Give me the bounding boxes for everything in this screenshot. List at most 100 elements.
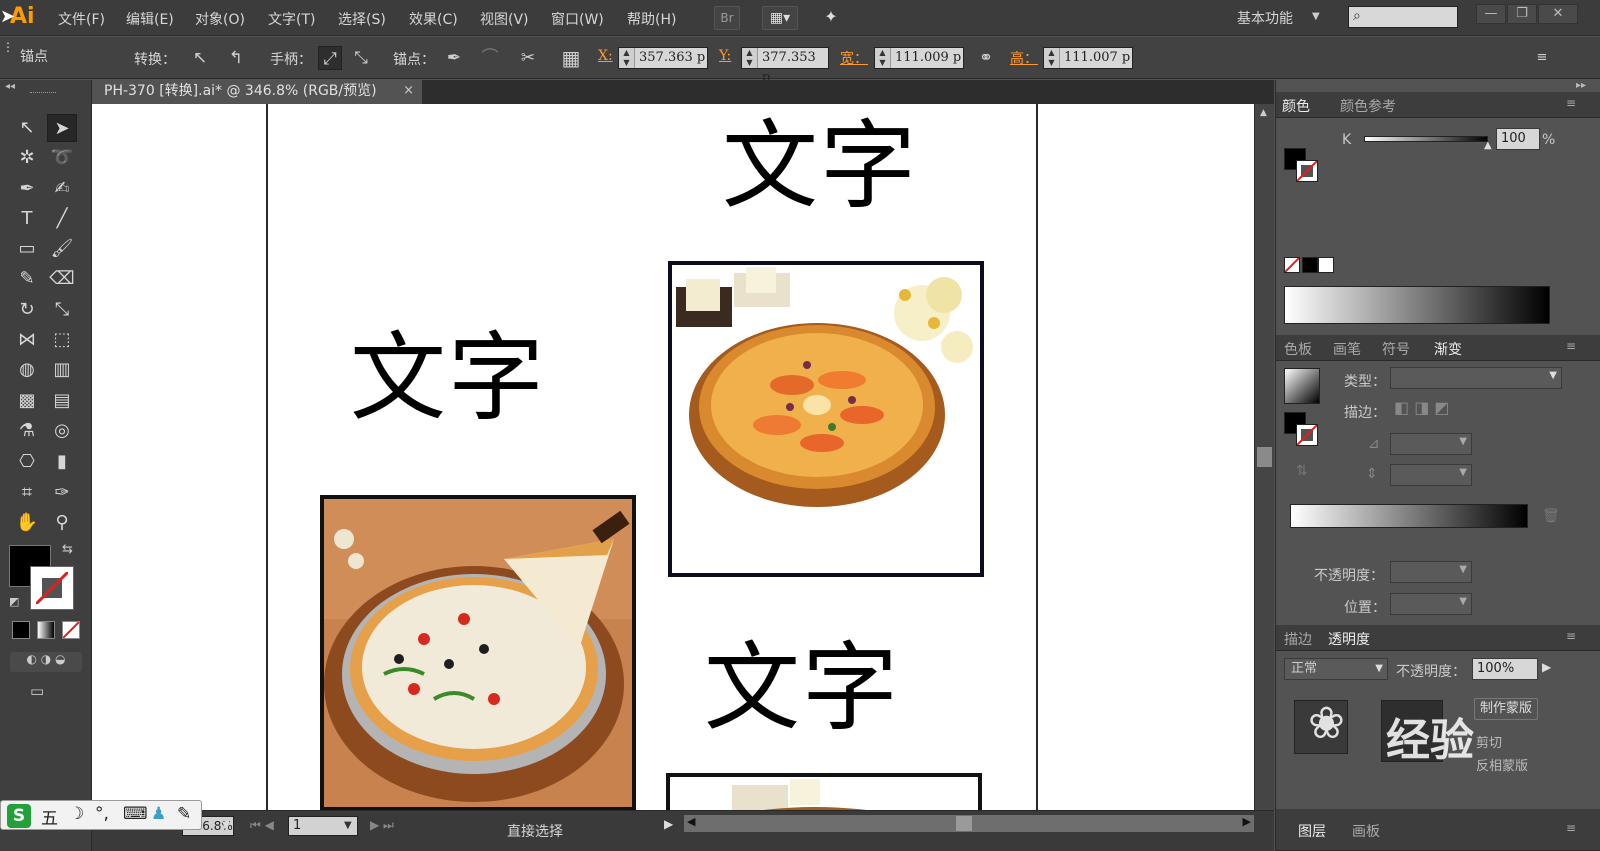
punctuation-icon[interactable]: °, — [95, 804, 109, 824]
link-proportions-icon[interactable]: ⚭ — [974, 46, 998, 70]
search-input[interactable]: ⌕ — [1348, 6, 1458, 28]
vertical-scrollbar[interactable]: ▲ — [1254, 104, 1274, 810]
artboard-tool-icon[interactable]: ⌗ — [12, 479, 42, 507]
type-tool-icon[interactable]: T — [12, 205, 42, 233]
swap-colors-icon[interactable]: ⇆ — [62, 542, 73, 557]
perspective-grid-tool-icon[interactable]: ▥ — [47, 356, 77, 384]
canvas-text-top[interactable]: 文字 — [722, 118, 918, 214]
canvas[interactable]: 文字 文字 文字 — [92, 104, 1254, 810]
panel-menu-icon[interactable]: ≡ — [1566, 629, 1576, 643]
first-page-icon[interactable]: ⏮ ◀ — [250, 818, 274, 833]
hand-tool-icon[interactable]: ✋ — [12, 509, 42, 537]
default-colors-icon[interactable]: ◩ — [9, 595, 19, 608]
panel-menu-icon[interactable]: ≡ — [1530, 46, 1554, 70]
menu-help[interactable]: 帮助(H) — [627, 9, 676, 29]
paintbrush-tool-icon[interactable]: 🖌 — [47, 235, 77, 263]
gradient-slider-bar[interactable] — [1290, 504, 1528, 528]
k-value-field[interactable]: 100 — [1496, 128, 1540, 150]
stroke-swatch[interactable] — [30, 566, 74, 610]
blend-mode-select[interactable]: 正常 ▼ — [1284, 658, 1388, 680]
keyboard-icon[interactable]: ⌨ — [123, 804, 148, 824]
pen-tool-icon[interactable]: ✒ — [12, 175, 42, 203]
align-grid-icon[interactable]: ▦ — [559, 46, 583, 70]
color-mode-icon[interactable] — [12, 621, 30, 639]
white-swatch[interactable] — [1318, 257, 1334, 273]
status-menu-icon[interactable]: ▶ — [664, 817, 673, 831]
screen-mode-icon[interactable]: ▭ — [30, 682, 56, 702]
gradient-mode-icon[interactable] — [37, 621, 55, 639]
minimize-button[interactable]: — — [1476, 4, 1506, 24]
line-tool-icon[interactable]: ╱ — [47, 205, 77, 233]
gradient-aspect-field[interactable]: ▼ — [1390, 464, 1472, 486]
free-transform-tool-icon[interactable]: ⬚ — [47, 326, 77, 354]
height-field[interactable]: ▲ ▼ 111.007 p — [1043, 47, 1133, 69]
black-swatch[interactable] — [1302, 257, 1318, 273]
color-spectrum-bar[interactable] — [1284, 286, 1550, 324]
collapse-icon[interactable]: ◂◂ — [5, 81, 15, 92]
x-stepper-icon[interactable]: ▲ ▼ — [619, 48, 635, 68]
mesh-tool-icon[interactable]: ▩ — [12, 387, 42, 415]
rotate-tool-icon[interactable]: ↻ — [12, 296, 42, 324]
gradient-position-field[interactable]: ▼ — [1390, 593, 1472, 615]
tab-swatches[interactable]: 色板 — [1284, 339, 1312, 359]
y-field[interactable]: ▲ ▼ 377.353 p — [741, 47, 829, 85]
arrange-documents-icon[interactable]: ▦▾ — [762, 6, 798, 30]
menu-view[interactable]: 视图(V) — [480, 9, 529, 29]
scroll-left-icon[interactable]: ◀ — [687, 815, 695, 828]
selection-tool-icon[interactable]: ↖ — [12, 114, 42, 142]
tab-symbols[interactable]: 符号 — [1382, 339, 1410, 359]
pizza-image-bottom-left[interactable] — [320, 495, 636, 810]
graph-tool-icon[interactable]: ▮ — [47, 448, 77, 476]
tab-color[interactable]: 颜色 — [1282, 96, 1310, 116]
tab-transparency[interactable]: 透明度 — [1328, 629, 1370, 649]
y-stepper-icon[interactable]: ▲ ▼ — [742, 48, 758, 68]
vertical-scroll-thumb[interactable] — [1257, 447, 1272, 467]
menu-edit[interactable]: 编辑(E) — [126, 9, 174, 29]
width-tool-icon[interactable]: ⋈ — [12, 326, 42, 354]
panel-menu-icon[interactable]: ≡ — [1566, 821, 1576, 835]
direct-selection-tool-icon[interactable]: ➤ — [47, 114, 77, 142]
tab-color-guide[interactable]: 颜色参考 — [1340, 96, 1396, 116]
convert-smooth-icon[interactable]: ↰ — [224, 46, 248, 70]
none-swatch[interactable] — [1284, 257, 1300, 273]
tools-icon[interactable]: ✎ — [177, 804, 191, 824]
curvature-tool-icon[interactable]: ✍ — [47, 175, 77, 203]
half-width-icon[interactable]: ☽ — [69, 804, 84, 824]
gradient-angle-field[interactable]: ▼ — [1390, 433, 1472, 455]
none-mode-icon[interactable] — [62, 621, 80, 639]
restore-button[interactable]: ❐ — [1507, 4, 1537, 24]
scroll-right-icon[interactable]: ▶ — [1243, 815, 1251, 828]
lasso-tool-icon[interactable]: ➰ — [47, 144, 77, 172]
chevron-down-icon[interactable]: ▼ — [1312, 11, 1320, 22]
connect-anchor-icon[interactable]: ⌒ — [478, 46, 502, 70]
menu-window[interactable]: 窗口(W) — [551, 9, 604, 29]
blend-tool-icon[interactable]: ◎ — [47, 417, 77, 445]
trash-icon[interactable]: 🗑 — [1542, 508, 1560, 524]
menu-effect[interactable]: 效果(C) — [409, 9, 458, 29]
menu-select[interactable]: 选择(S) — [338, 9, 386, 29]
menu-object[interactable]: 对象(O) — [195, 9, 245, 29]
gpu-performance-icon[interactable]: ✦ — [816, 6, 846, 30]
canvas-text-middle[interactable]: 文字 — [350, 330, 546, 426]
gradient-type-select[interactable]: ▼ — [1390, 367, 1562, 389]
input-mode-button[interactable]: 五 — [41, 804, 58, 829]
last-page-icon[interactable]: ▶ ⏭ — [370, 818, 394, 833]
reverse-gradient-icon[interactable]: ⇅ — [1296, 463, 1308, 479]
tab-stroke[interactable]: 描边 — [1284, 629, 1312, 649]
tab-layers[interactable]: 图层 — [1298, 821, 1326, 841]
zoom-tool-icon[interactable]: ⚲ — [47, 509, 77, 537]
k-slider[interactable] — [1364, 136, 1488, 142]
hide-handles-icon[interactable]: ⤡ — [349, 46, 373, 70]
chevron-down-icon[interactable]: ▼ — [222, 820, 230, 831]
bridge-button[interactable]: Br — [714, 6, 740, 30]
canvas-text-bottom[interactable]: 文字 — [704, 640, 900, 736]
shape-builder-tool-icon[interactable]: ◍ — [12, 356, 42, 384]
chevron-right-icon[interactable]: ▶ — [1542, 660, 1551, 674]
scale-tool-icon[interactable]: ⤡ — [47, 296, 77, 324]
width-stepper-icon[interactable]: ▲ ▼ — [875, 48, 891, 68]
gradient-tool-icon[interactable]: ▤ — [47, 387, 77, 415]
show-handles-icon[interactable]: ⤢ — [318, 46, 342, 70]
skin-icon[interactable]: ♟ — [151, 804, 166, 824]
collapse-icon[interactable]: ▸▸ — [1576, 80, 1586, 91]
close-button[interactable]: ✕ — [1538, 4, 1578, 24]
